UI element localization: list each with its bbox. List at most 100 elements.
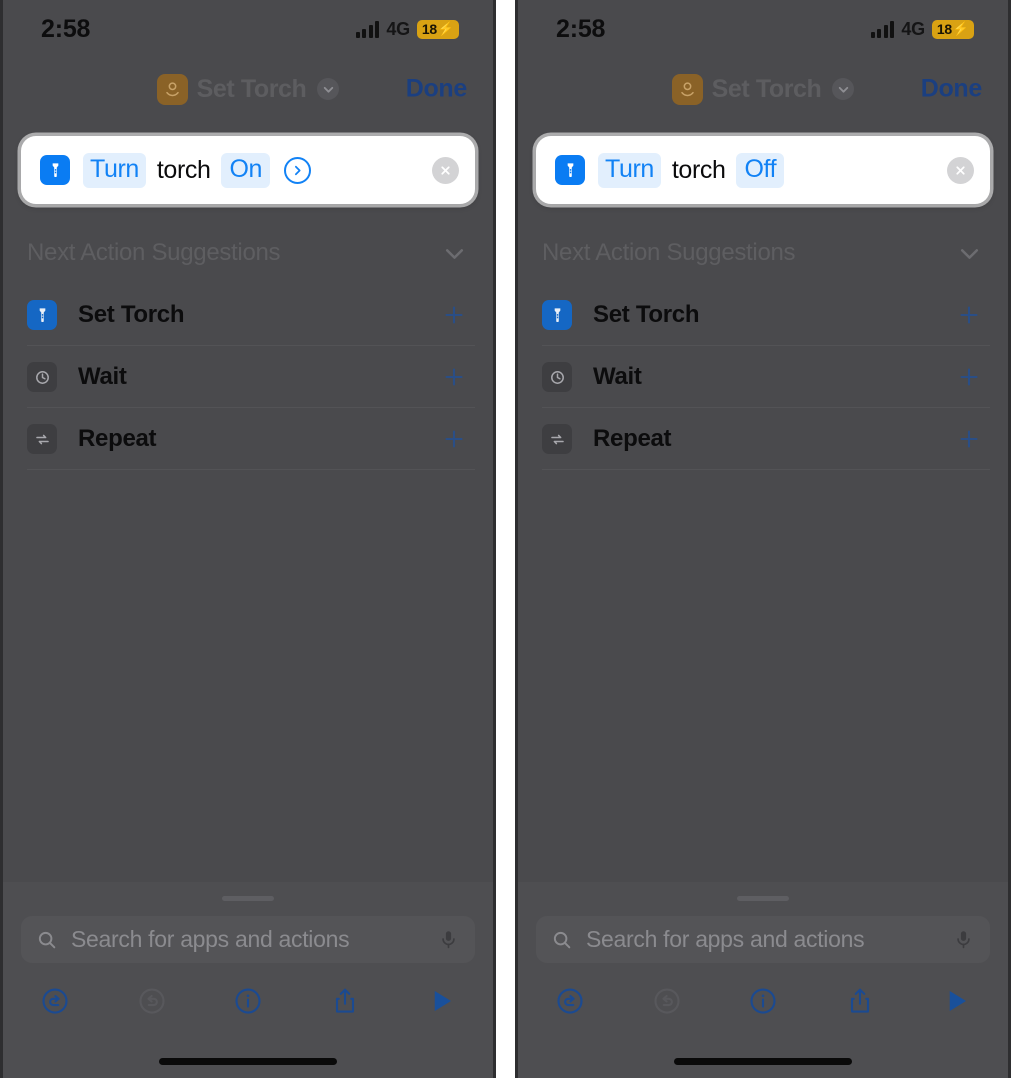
- page-title: Set Torch: [711, 74, 822, 103]
- charging-bolt-icon: ⚡: [437, 21, 454, 36]
- battery-indicator: 18 ⚡: [931, 19, 974, 39]
- list-item[interactable]: Wait: [3, 346, 493, 408]
- action-object-label: torch: [671, 155, 726, 184]
- suggestions-list: Set Torch Wait Repeat: [3, 284, 493, 470]
- redo-button[interactable]: [645, 979, 689, 1023]
- clear-circle-icon[interactable]: [947, 156, 974, 184]
- network-type-label: 4G: [386, 18, 410, 39]
- action-verb-token[interactable]: Turn: [83, 152, 146, 188]
- shortcut-title-group[interactable]: Set Torch: [671, 73, 855, 105]
- plus-icon[interactable]: [956, 364, 982, 390]
- info-button[interactable]: [226, 979, 270, 1023]
- list-item-label: Repeat: [78, 425, 157, 452]
- plus-icon[interactable]: [441, 364, 467, 390]
- microphone-icon[interactable]: [438, 929, 459, 950]
- list-item-label: Set Torch: [78, 301, 185, 328]
- signal-bars-icon: [355, 20, 380, 38]
- battery-percent: 18: [421, 20, 437, 37]
- chevron-down-icon[interactable]: [442, 241, 467, 266]
- suggestions-title: Next Action Suggestions: [542, 239, 796, 266]
- clear-circle-icon[interactable]: [432, 156, 459, 184]
- panel-divider: [496, 0, 515, 1078]
- action-picker-sheet: Search for apps and actions: [518, 882, 1008, 1078]
- undo-button[interactable]: [548, 979, 592, 1023]
- info-button[interactable]: [741, 979, 785, 1023]
- action-value-token[interactable]: On: [221, 152, 271, 188]
- status-bar: 2:58 4G 18 ⚡: [518, 0, 1008, 58]
- search-input[interactable]: Search for apps and actions: [21, 916, 475, 963]
- flashlight-icon: [555, 155, 585, 185]
- comparison-screenshot: 2:58 4G 18 ⚡ Set Torch Done Turn torch O…: [0, 0, 1011, 1078]
- search-placeholder: Search for apps and actions: [71, 926, 350, 952]
- status-time: 2:58: [556, 14, 606, 43]
- status-bar: 2:58 4G 18 ⚡: [3, 0, 493, 58]
- action-object-label: torch: [156, 155, 211, 184]
- run-button[interactable]: [419, 979, 463, 1023]
- list-item[interactable]: Repeat: [518, 408, 1008, 470]
- plus-icon[interactable]: [956, 302, 982, 328]
- repeat-icon: [27, 424, 57, 454]
- action-card[interactable]: Turn torch On: [21, 136, 475, 204]
- status-indicators: 4G 18 ⚡: [870, 18, 974, 40]
- done-button[interactable]: Done: [921, 75, 983, 104]
- editor-toolbar: [518, 963, 1008, 1023]
- sheet-drag-handle[interactable]: [222, 896, 274, 901]
- clock-icon: [542, 362, 572, 392]
- shortcut-title-group[interactable]: Set Torch: [156, 73, 340, 105]
- shortcuts-icon: [671, 73, 703, 105]
- chevron-down-icon[interactable]: [957, 241, 982, 266]
- network-type-label: 4G: [901, 18, 925, 39]
- chevron-right-circle-icon[interactable]: [284, 156, 312, 184]
- chevron-down-icon[interactable]: [832, 78, 855, 100]
- search-icon: [38, 931, 56, 948]
- next-action-suggestions-section: Next Action Suggestions Set Torch Wait R…: [3, 232, 493, 470]
- list-item[interactable]: Repeat: [3, 408, 493, 470]
- chevron-down-icon[interactable]: [317, 78, 340, 100]
- search-icon: [553, 931, 571, 948]
- list-item-label: Wait: [78, 363, 127, 390]
- redo-button[interactable]: [130, 979, 174, 1023]
- microphone-icon[interactable]: [953, 929, 974, 950]
- plus-icon[interactable]: [441, 426, 467, 452]
- repeat-icon: [542, 424, 572, 454]
- battery-percent: 18: [936, 20, 952, 37]
- list-item[interactable]: Wait: [518, 346, 1008, 408]
- home-indicator: [674, 1058, 852, 1065]
- list-item-label: Repeat: [593, 425, 672, 452]
- navigation-bar: Set Torch Done: [3, 64, 493, 114]
- share-button[interactable]: [838, 979, 882, 1023]
- suggestions-list: Set Torch Wait Repeat: [518, 284, 1008, 470]
- charging-bolt-icon: ⚡: [952, 21, 969, 36]
- suggestions-header[interactable]: Next Action Suggestions: [518, 232, 1008, 274]
- editor-toolbar: [3, 963, 493, 1023]
- next-action-suggestions-section: Next Action Suggestions Set Torch Wait R…: [518, 232, 1008, 470]
- undo-button[interactable]: [33, 979, 77, 1023]
- page-title: Set Torch: [196, 74, 307, 103]
- flashlight-icon: [542, 300, 572, 330]
- plus-icon[interactable]: [441, 302, 467, 328]
- done-button[interactable]: Done: [406, 75, 468, 104]
- search-input[interactable]: Search for apps and actions: [536, 916, 990, 963]
- navigation-bar: Set Torch Done: [518, 64, 1008, 114]
- list-item[interactable]: Set Torch: [518, 284, 1008, 346]
- plus-icon[interactable]: [956, 426, 982, 452]
- action-value-token[interactable]: Off: [736, 152, 785, 188]
- phone-screen-left: 2:58 4G 18 ⚡ Set Torch Done Turn torch O…: [0, 0, 496, 1078]
- suggestions-title: Next Action Suggestions: [27, 239, 281, 266]
- signal-bars-icon: [870, 20, 895, 38]
- status-time: 2:58: [41, 14, 91, 43]
- run-button[interactable]: [934, 979, 978, 1023]
- status-indicators: 4G 18 ⚡: [355, 18, 459, 40]
- battery-indicator: 18 ⚡: [416, 19, 459, 39]
- list-item-label: Set Torch: [593, 301, 700, 328]
- suggestions-header[interactable]: Next Action Suggestions: [3, 232, 493, 274]
- sheet-drag-handle[interactable]: [737, 896, 789, 901]
- list-item[interactable]: Set Torch: [3, 284, 493, 346]
- action-card[interactable]: Turn torch Off: [536, 136, 990, 204]
- list-item-label: Wait: [593, 363, 642, 390]
- search-placeholder: Search for apps and actions: [586, 926, 865, 952]
- flashlight-icon: [27, 300, 57, 330]
- share-button[interactable]: [323, 979, 367, 1023]
- phone-screen-right: 2:58 4G 18 ⚡ Set Torch Done Turn torch O…: [515, 0, 1011, 1078]
- action-verb-token[interactable]: Turn: [598, 152, 661, 188]
